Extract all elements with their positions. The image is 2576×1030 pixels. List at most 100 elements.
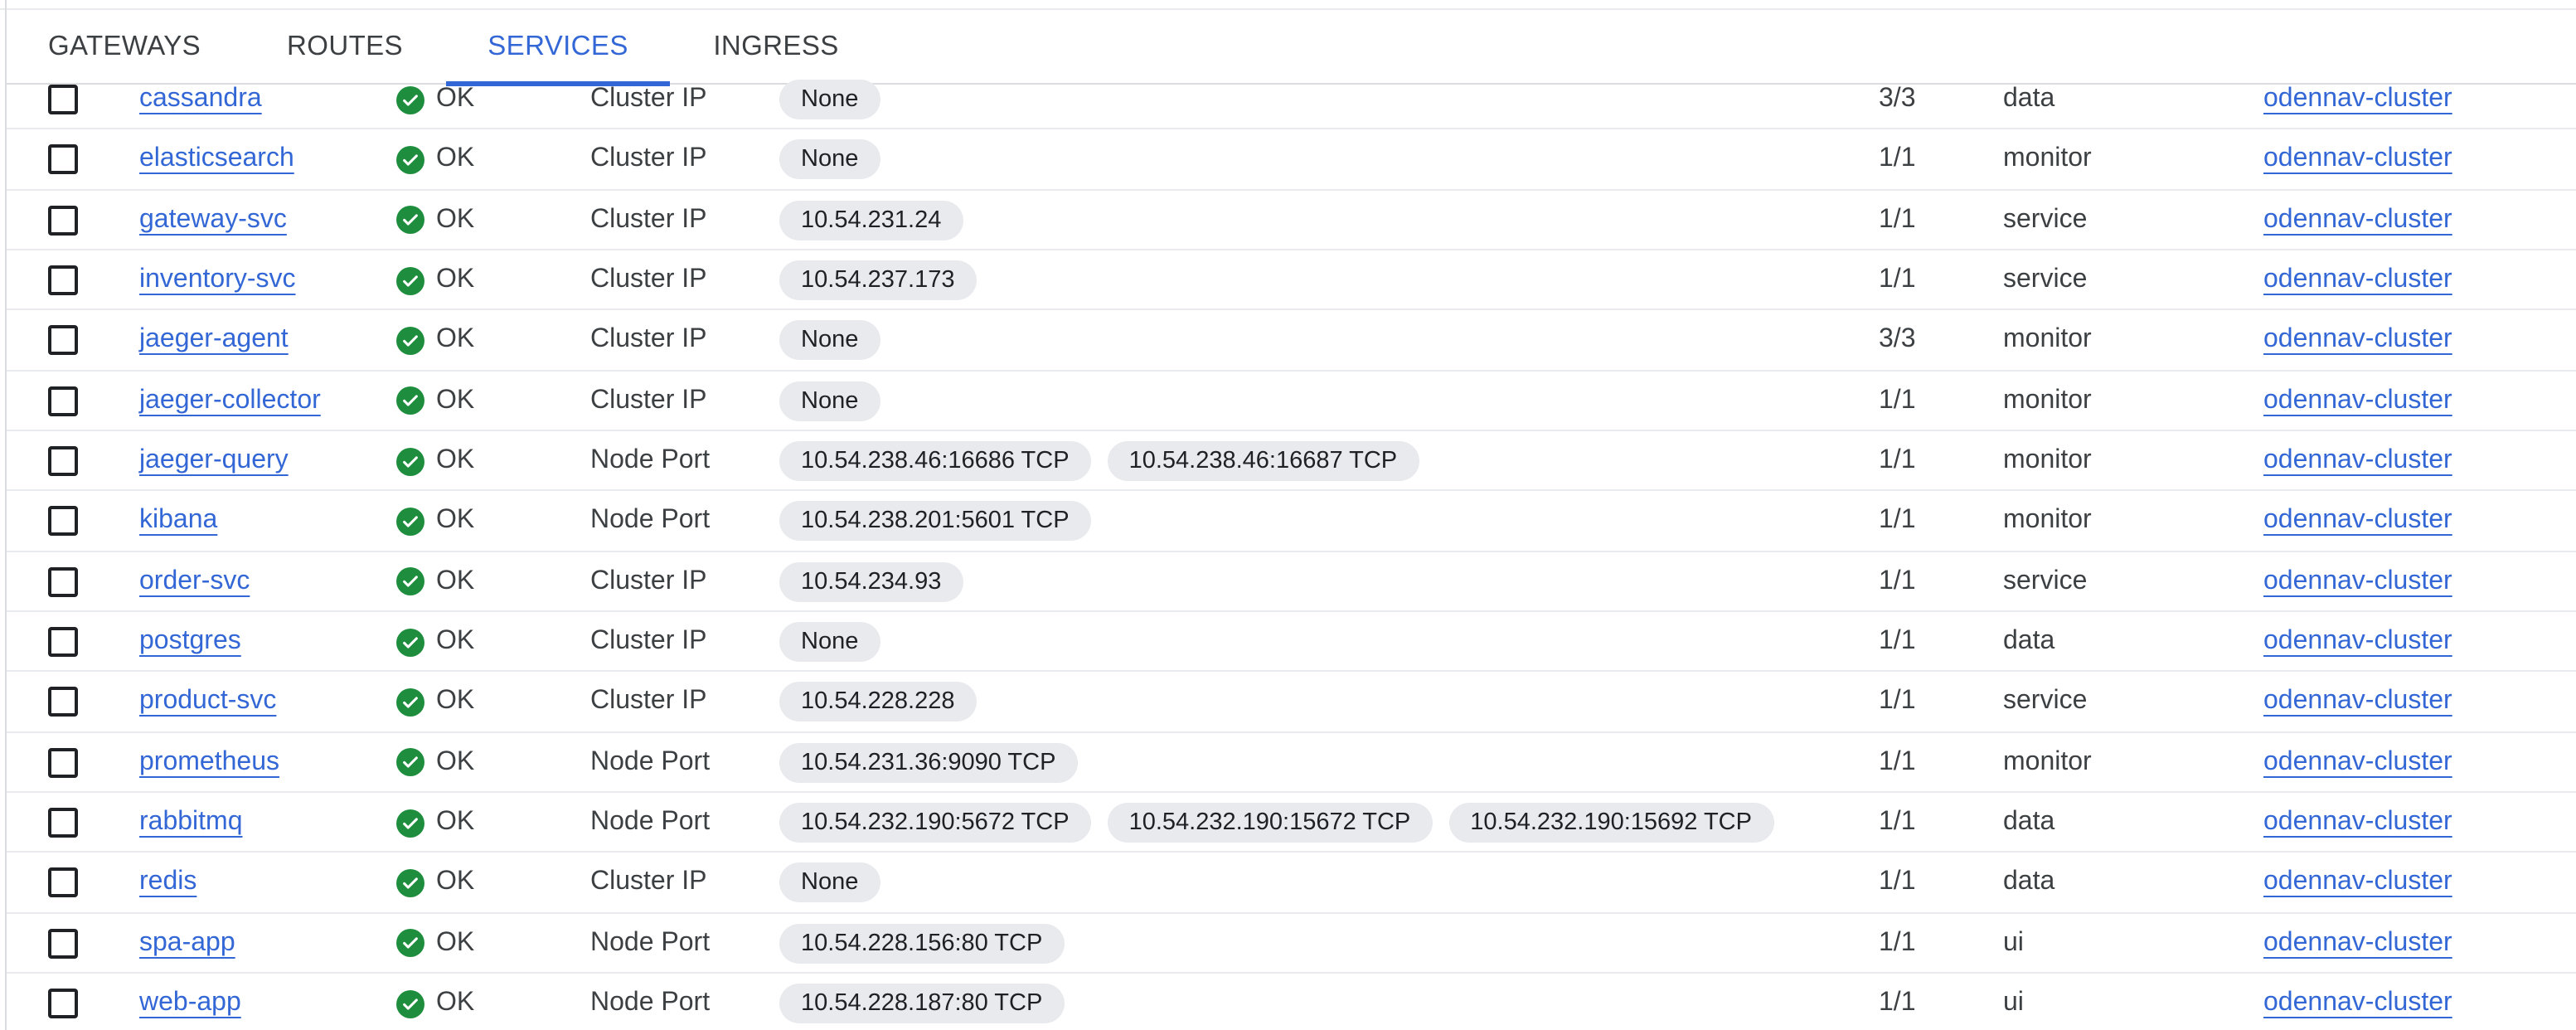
cluster-link[interactable]: odennav-cluster <box>2263 552 2452 612</box>
pods-count: 1/1 <box>1879 446 1916 475</box>
row-checkbox[interactable] <box>48 867 78 898</box>
endpoint-chip: 10.54.238.46:16686 TCP <box>779 441 1091 482</box>
row-checkbox[interactable] <box>48 928 78 959</box>
pods-count: 1/1 <box>1879 386 1916 415</box>
status-cell: OK <box>396 853 474 913</box>
cluster-link[interactable]: odennav-cluster <box>2263 371 2452 430</box>
service-type: Cluster IP <box>590 325 707 354</box>
cluster-link[interactable]: odennav-cluster <box>2263 130 2452 190</box>
check-circle-icon <box>396 266 424 295</box>
table-row: rabbitmq OK Node Port 10.54.232.190:5672… <box>7 793 2576 853</box>
cluster-link[interactable]: odennav-cluster <box>2263 70 2452 129</box>
status-text: OK <box>436 808 475 837</box>
status-cell: OK <box>396 431 474 491</box>
table-row: jaeger-query OK Node Port 10.54.238.46:1… <box>7 431 2576 492</box>
namespace: data <box>2003 85 2055 113</box>
row-checkbox[interactable] <box>48 85 78 114</box>
pods-count: 3/3 <box>1879 325 1916 354</box>
check-circle-icon <box>396 929 424 958</box>
check-circle-icon <box>396 567 424 596</box>
check-circle-icon <box>396 989 424 1018</box>
row-checkbox[interactable] <box>48 265 78 296</box>
cluster-link[interactable]: odennav-cluster <box>2263 311 2452 371</box>
namespace: ui <box>2003 928 2024 957</box>
status-text: OK <box>436 265 475 294</box>
service-type: Cluster IP <box>590 687 707 716</box>
service-name-link[interactable]: web-app <box>139 974 241 1030</box>
row-checkbox[interactable] <box>48 627 78 658</box>
namespace: monitor <box>2003 144 2092 173</box>
pods-count: 1/1 <box>1879 928 1916 957</box>
cluster-link[interactable]: odennav-cluster <box>2263 431 2452 491</box>
pods-count: 1/1 <box>1879 747 1916 776</box>
endpoint-chip: None <box>779 381 880 421</box>
row-checkbox[interactable] <box>48 325 78 356</box>
service-name-link[interactable]: inventory-svc <box>139 250 296 310</box>
service-name-link[interactable]: order-svc <box>139 552 250 612</box>
services-page: GATEWAYS ROUTES SERVICES INGRESS cassand… <box>0 0 2576 1030</box>
namespace: data <box>2003 627 2055 656</box>
service-type: Node Port <box>590 747 711 776</box>
endpoints-cell: None <box>779 371 880 430</box>
status-cell: OK <box>396 70 474 129</box>
status-text: OK <box>436 325 475 354</box>
row-checkbox[interactable] <box>48 144 78 175</box>
service-name-link[interactable]: redis <box>139 853 196 913</box>
table-row: prometheus OK Node Port 10.54.231.36:909… <box>7 733 2576 794</box>
service-name-link[interactable]: postgres <box>139 612 241 672</box>
service-name-link[interactable]: spa-app <box>139 914 235 974</box>
service-name-link[interactable]: rabbitmq <box>139 793 243 853</box>
endpoint-chip: 10.54.237.173 <box>779 260 977 301</box>
service-name-link[interactable]: cassandra <box>139 70 262 129</box>
status-text: OK <box>436 928 475 957</box>
row-checkbox[interactable] <box>48 386 78 416</box>
cluster-link[interactable]: odennav-cluster <box>2263 914 2452 974</box>
service-name-link[interactable]: jaeger-query <box>139 431 289 491</box>
row-checkbox[interactable] <box>48 446 78 477</box>
status-cell: OK <box>396 190 474 250</box>
status-text: OK <box>436 687 475 716</box>
status-text: OK <box>436 144 475 173</box>
cluster-link[interactable]: odennav-cluster <box>2263 673 2452 732</box>
cluster-link[interactable]: odennav-cluster <box>2263 612 2452 672</box>
cluster-link[interactable]: odennav-cluster <box>2263 190 2452 250</box>
row-checkbox[interactable] <box>48 989 78 1019</box>
row-checkbox[interactable] <box>48 566 78 597</box>
cluster-link[interactable]: odennav-cluster <box>2263 853 2452 913</box>
service-name-link[interactable]: kibana <box>139 492 217 551</box>
row-checkbox[interactable] <box>48 205 78 236</box>
service-name-link[interactable]: product-svc <box>139 673 276 732</box>
endpoints-cell: 10.54.231.36:9090 TCP <box>779 733 1078 793</box>
cluster-link[interactable]: odennav-cluster <box>2263 492 2452 551</box>
row-checkbox[interactable] <box>48 808 78 838</box>
status-text: OK <box>436 566 475 595</box>
service-name-link[interactable]: gateway-svc <box>139 190 287 250</box>
namespace: monitor <box>2003 386 2092 415</box>
service-name-link[interactable]: jaeger-collector <box>139 371 321 430</box>
cluster-link[interactable]: odennav-cluster <box>2263 250 2452 310</box>
endpoint-chip: None <box>779 139 880 180</box>
status-cell: OK <box>396 371 474 430</box>
cluster-link[interactable]: odennav-cluster <box>2263 733 2452 793</box>
check-circle-icon <box>396 85 424 114</box>
pods-count: 1/1 <box>1879 205 1916 234</box>
row-checkbox[interactable] <box>48 506 78 537</box>
service-type: Node Port <box>590 989 711 1018</box>
service-name-link[interactable]: elasticsearch <box>139 130 294 190</box>
endpoints-cell: 10.54.228.228 <box>779 673 977 732</box>
service-name-link[interactable]: prometheus <box>139 733 279 793</box>
row-checkbox[interactable] <box>48 747 78 778</box>
endpoints-cell: 10.54.238.201:5601 TCP <box>779 492 1091 551</box>
check-circle-icon <box>396 386 424 415</box>
endpoints-cell: None <box>779 853 880 913</box>
cluster-link[interactable]: odennav-cluster <box>2263 974 2452 1030</box>
service-name-link[interactable]: jaeger-agent <box>139 311 289 371</box>
status-text: OK <box>436 386 475 415</box>
table-row: redis OK Cluster IP None 1/1 data odenna… <box>7 853 2576 914</box>
table-row: product-svc OK Cluster IP 10.54.228.228 … <box>7 673 2576 733</box>
cluster-link[interactable]: odennav-cluster <box>2263 793 2452 853</box>
row-checkbox[interactable] <box>48 687 78 717</box>
check-circle-icon <box>396 868 424 897</box>
service-type: Cluster IP <box>590 627 707 656</box>
pods-count: 1/1 <box>1879 687 1916 716</box>
